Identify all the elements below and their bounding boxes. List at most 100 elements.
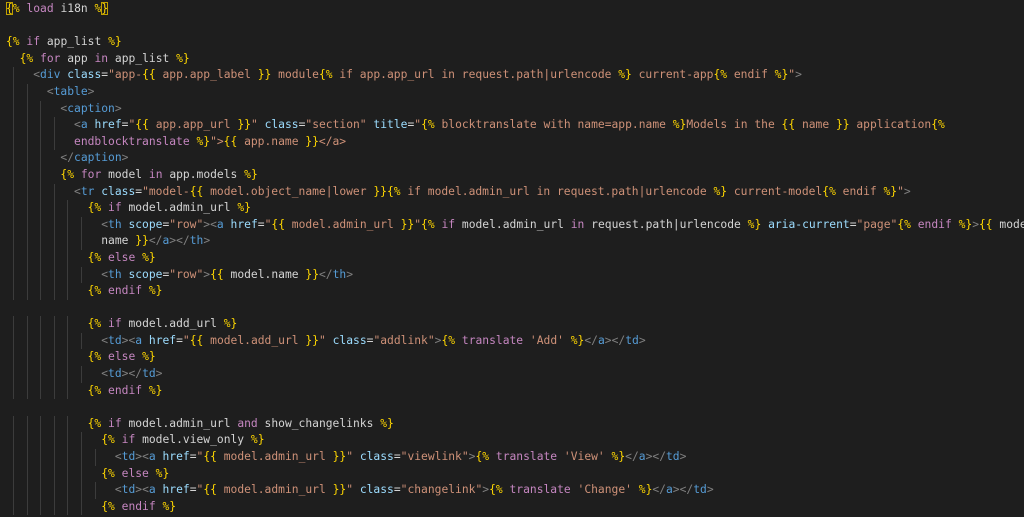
indent-guide [26, 166, 28, 184]
code-line[interactable]: <td><a href="{{ model.admin_url }}" clas… [0, 449, 1024, 466]
indent-guide [81, 216, 82, 234]
indent-guide [13, 233, 14, 250]
indent-guide [81, 449, 82, 466]
indent-guide [26, 316, 28, 333]
indent-guide [13, 432, 14, 450]
indent-guide [26, 283, 28, 300]
indent-guide [13, 266, 14, 284]
code-line[interactable]: <td><a href="{{ model.add_url }}" class=… [0, 332, 1024, 350]
indent-guide [53, 133, 55, 151]
indent-guide [53, 432, 55, 450]
code-line[interactable] [0, 399, 1024, 416]
code-text: {% else %} [87, 250, 156, 264]
code-line[interactable]: {% if model.view_only %} [0, 432, 1024, 450]
code-line[interactable]: {% if model.admin_url and show_changelin… [0, 415, 1024, 433]
indent-guide [13, 249, 14, 267]
indent-guide [13, 482, 14, 499]
indent-guide [40, 349, 42, 367]
code-line[interactable]: <td></td> [0, 366, 1024, 383]
code-line[interactable]: {% for model in app.models %} [0, 166, 1024, 184]
code-area[interactable]: {% load i18n %} {% if app_list %} {% for … [0, 1, 1024, 516]
indent-guide [53, 415, 55, 433]
code-line[interactable]: <th scope="row">{{ model.name }}</th> [0, 266, 1024, 284]
indent-guide [13, 465, 14, 483]
code-text: <table> [46, 84, 95, 98]
indent-guide [26, 465, 28, 483]
indent-guide [53, 382, 55, 400]
code-text: {% endif %} [101, 499, 177, 513]
indent-guide [26, 216, 28, 234]
indent-guide [26, 349, 28, 367]
indent-guide [40, 332, 42, 350]
indent-guide [13, 117, 14, 134]
code-line[interactable]: <th scope="row"><a href="{{ model.admin_… [0, 216, 1024, 234]
indent-guide [53, 366, 55, 383]
code-line[interactable]: {% if model.admin_url %} [0, 200, 1024, 217]
indent-guide [13, 382, 14, 400]
indent-guide [13, 349, 14, 367]
code-line[interactable]: <table> [0, 83, 1024, 101]
code-line[interactable]: {% else %} [0, 465, 1024, 483]
indent-guide [81, 266, 82, 284]
code-line[interactable]: {% endif %} [0, 382, 1024, 400]
indent-guide [53, 283, 55, 300]
code-text: {% endif %} [87, 284, 163, 298]
indent-guide [26, 117, 28, 134]
indent-guide [40, 432, 42, 450]
indent-guide [13, 415, 14, 433]
code-line[interactable]: <tr class="model-{{ model.object_name|lo… [0, 183, 1024, 201]
indent-guide [53, 117, 55, 134]
indent-guide [26, 382, 28, 400]
code-line[interactable]: <a href="{{ app.app_url }}" class="secti… [0, 117, 1024, 134]
code-line[interactable]: <caption> [0, 100, 1024, 118]
indent-guide [13, 498, 14, 516]
code-text: {% for model in app.models %} [60, 167, 258, 181]
indent-guide [13, 283, 14, 300]
code-line[interactable] [0, 18, 1024, 35]
code-line[interactable]: endblocktranslate %}">{{ app.name }}</a> [0, 133, 1024, 151]
indent-guide [26, 150, 28, 167]
code-line[interactable]: {% endif %} [0, 283, 1024, 300]
code-editor[interactable]: {% load i18n %} {% if app_list %} {% for … [0, 0, 1024, 517]
code-line[interactable] [0, 300, 1024, 317]
indent-guide [53, 183, 55, 201]
code-line[interactable]: </caption> [0, 150, 1024, 167]
indent-guide [26, 266, 28, 284]
indent-guide [26, 415, 28, 433]
indent-guide [53, 465, 55, 483]
code-text: {% if model.admin_url and show_changelin… [87, 416, 394, 430]
indent-guide [26, 482, 28, 499]
indent-guide [26, 498, 28, 516]
indent-guide [40, 498, 42, 516]
code-line[interactable]: {% for app in app_list %} [0, 51, 1024, 68]
code-text: <td></td> [101, 367, 163, 381]
code-line[interactable]: {% if model.add_url %} [0, 316, 1024, 333]
code-line[interactable]: name }}</a></th> [0, 233, 1024, 250]
indent-guide [13, 332, 14, 350]
code-line[interactable]: {% load i18n %} [0, 1, 1024, 18]
indent-guide [67, 382, 69, 400]
indent-guide [67, 465, 69, 483]
code-line[interactable]: {% else %} [0, 349, 1024, 367]
code-text: {% if model.view_only %} [101, 433, 265, 447]
indent-guide [40, 233, 42, 250]
indent-guide [67, 449, 69, 466]
indent-guide [13, 366, 14, 383]
indent-guide [26, 100, 28, 118]
code-line[interactable]: <div class="app-{{ app.app_label }} modu… [0, 67, 1024, 84]
indent-guide [40, 382, 42, 400]
code-line[interactable]: {% endif %} [0, 498, 1024, 516]
indent-guide [13, 100, 14, 118]
indent-guide [40, 283, 42, 300]
indent-guide [40, 366, 42, 383]
code-line[interactable]: <td><a href="{{ model.admin_url }}" clas… [0, 482, 1024, 499]
code-text: endblocktranslate %}">{{ app.name }}</a> [74, 134, 347, 148]
code-text: <td><a href="{{ model.add_url }}" class=… [101, 333, 646, 347]
code-line[interactable]: {% else %} [0, 249, 1024, 267]
indent-guide [13, 150, 14, 167]
code-line[interactable]: {% if app_list %} [0, 34, 1024, 51]
indent-guide [40, 100, 42, 118]
indent-guide [13, 183, 14, 201]
indent-guide [94, 482, 96, 499]
indent-guide [26, 83, 28, 101]
